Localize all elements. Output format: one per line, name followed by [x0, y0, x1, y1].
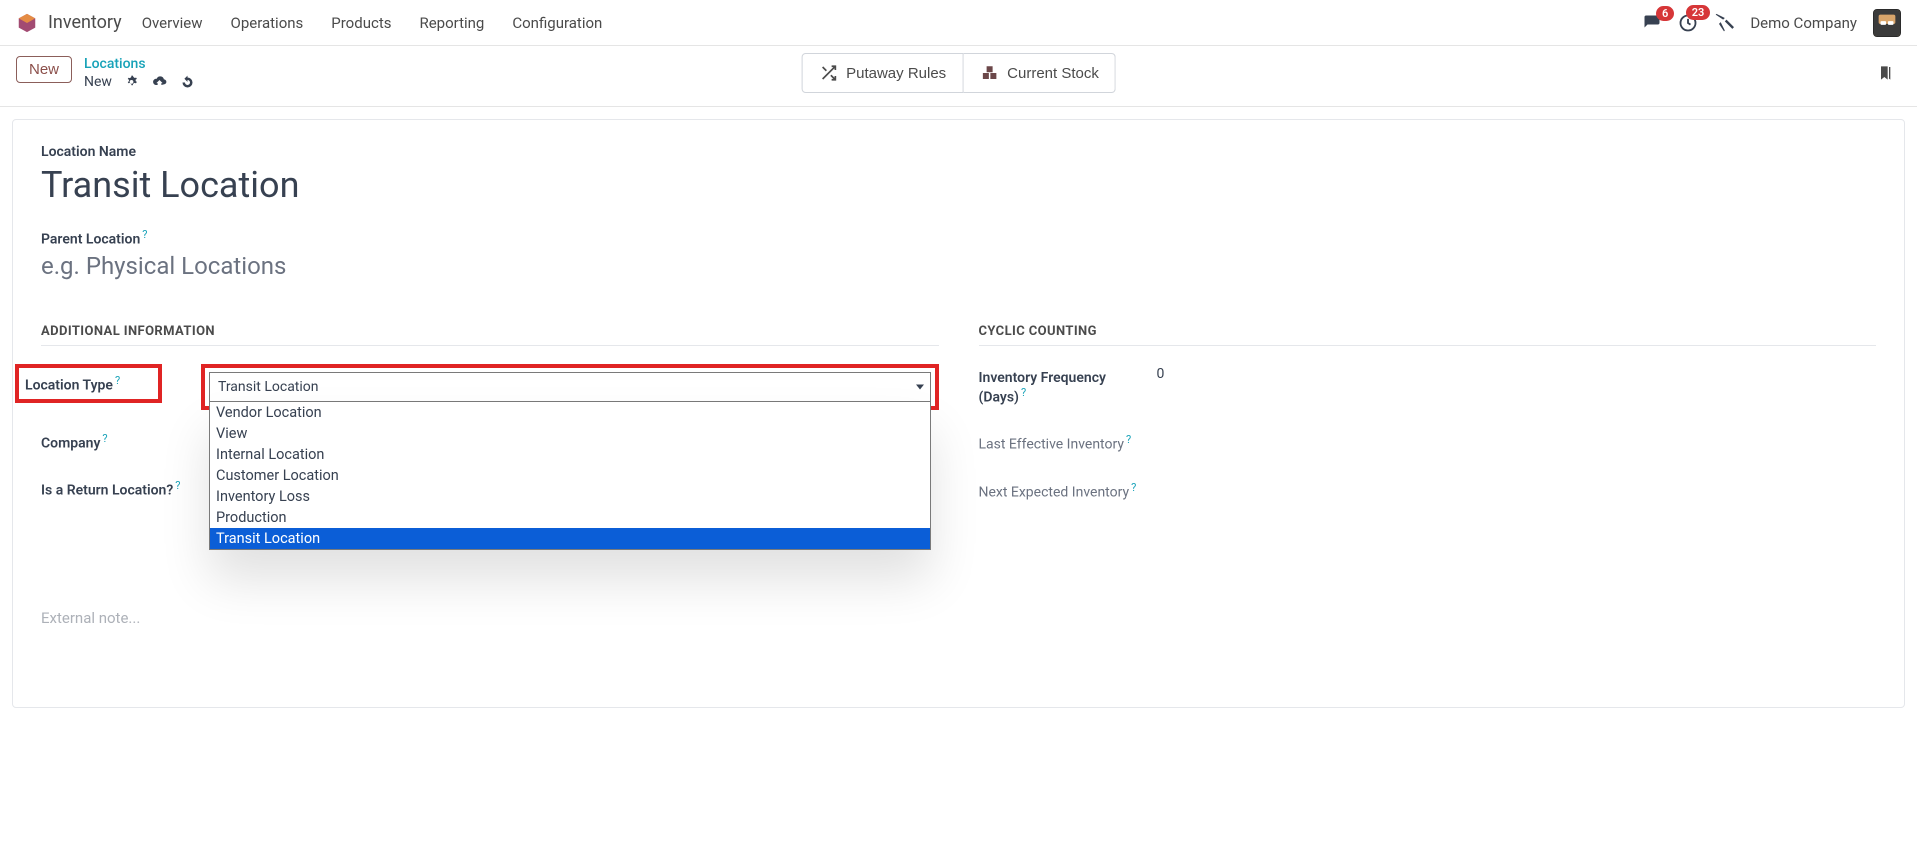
help-icon[interactable]: ? — [115, 374, 120, 387]
breadcrumb-link-locations[interactable]: Locations — [84, 56, 195, 72]
avatar[interactable] — [1873, 9, 1901, 37]
putaway-rules-button[interactable]: Putaway Rules — [801, 53, 963, 93]
cyclic-counting-section: CYCLIC COUNTING Inventory Frequency (Day… — [979, 324, 1877, 627]
location-type-dropdown: Vendor Location View Internal Location C… — [209, 402, 931, 550]
location-name-label: Location Name — [41, 144, 1876, 160]
help-icon[interactable]: ? — [142, 228, 147, 241]
location-type-row: Location Type? Transit Location Vendor L… — [23, 364, 939, 410]
nav-left: Inventory Overview Operations Products R… — [16, 12, 602, 34]
gear-icon[interactable] — [124, 75, 139, 90]
discuss-button[interactable]: 6 — [1642, 14, 1662, 32]
form-sheet: Location Name Transit Location Parent Lo… — [12, 119, 1905, 708]
nav-menu-configuration[interactable]: Configuration — [512, 14, 602, 32]
company-label: Company — [41, 435, 100, 451]
dropdown-option-view[interactable]: View — [210, 423, 930, 444]
parent-location-input[interactable]: e.g. Physical Locations — [41, 252, 1876, 280]
cloud-upload-icon[interactable] — [151, 75, 168, 90]
boxes-icon — [979, 64, 999, 82]
location-type-selected-value: Transit Location — [218, 379, 319, 395]
dropdown-option-customer[interactable]: Customer Location — [210, 465, 930, 486]
parent-location-label: Parent Location — [41, 232, 140, 248]
tools-icon[interactable] — [1714, 13, 1734, 33]
nav-menu-reporting[interactable]: Reporting — [419, 14, 484, 32]
breadcrumb-current: New — [84, 74, 112, 90]
help-icon[interactable]: ? — [102, 432, 107, 445]
help-icon[interactable]: ? — [1131, 481, 1136, 494]
discuss-badge: 6 — [1656, 6, 1674, 21]
dropdown-option-vendor[interactable]: Vendor Location — [210, 402, 930, 423]
inventory-frequency-input[interactable]: 0 — [1157, 364, 1877, 382]
next-expected-row: Next Expected Inventory? — [979, 475, 1877, 501]
nav-menu-products[interactable]: Products — [331, 14, 391, 32]
last-effective-label: Last Effective Inventory — [979, 437, 1124, 453]
nav-right: 6 23 Demo Company — [1642, 9, 1901, 37]
dropdown-option-internal[interactable]: Internal Location — [210, 444, 930, 465]
shuffle-icon — [818, 64, 838, 82]
next-expected-label: Next Expected Inventory — [979, 485, 1130, 501]
dropdown-option-production[interactable]: Production — [210, 507, 930, 528]
highlight-box-label: Location Type? — [15, 364, 162, 404]
stat-buttons: Putaway Rules Current Stock — [801, 53, 1116, 93]
control-panel-left: New Locations New — [16, 56, 195, 90]
discard-icon[interactable] — [180, 75, 195, 90]
navbar: Inventory Overview Operations Products R… — [0, 0, 1917, 46]
parent-location-block: Parent Location? e.g. Physical Locations — [41, 228, 1876, 280]
cyclic-counting-title: CYCLIC COUNTING — [979, 324, 1877, 346]
dropdown-option-transit[interactable]: Transit Location — [210, 528, 930, 549]
help-icon[interactable]: ? — [175, 479, 180, 492]
nav-menu: Overview Operations Products Reporting C… — [142, 14, 603, 32]
bookmark-icon[interactable] — [1877, 63, 1893, 83]
control-panel: New Locations New Putaway Rules Current … — [0, 46, 1917, 107]
location-type-select-wrap: Transit Location Vendor Location View In… — [209, 372, 931, 402]
external-note-input[interactable]: External note... — [41, 609, 939, 627]
additional-information-title: ADDITIONAL INFORMATION — [41, 324, 939, 346]
activity-badge: 23 — [1686, 5, 1711, 20]
company-name[interactable]: Demo Company — [1750, 14, 1857, 32]
app-title[interactable]: Inventory — [48, 12, 122, 33]
highlight-box-select: Transit Location Vendor Location View In… — [201, 364, 939, 410]
current-stock-button[interactable]: Current Stock — [963, 53, 1116, 93]
location-name-input[interactable]: Transit Location — [41, 164, 1876, 206]
help-icon[interactable]: ? — [1021, 386, 1026, 399]
dropdown-option-inventory-loss[interactable]: Inventory Loss — [210, 486, 930, 507]
nav-menu-overview[interactable]: Overview — [142, 14, 203, 32]
location-name-block: Location Name Transit Location — [41, 144, 1876, 206]
help-icon[interactable]: ? — [1126, 433, 1131, 446]
additional-information-section: ADDITIONAL INFORMATION Location Type? Tr… — [41, 324, 939, 627]
activity-button[interactable]: 23 — [1678, 13, 1698, 33]
location-type-select[interactable]: Transit Location — [209, 372, 931, 402]
is-return-label: Is a Return Location? — [41, 483, 173, 499]
last-effective-row: Last Effective Inventory? — [979, 427, 1877, 453]
caret-down-icon — [916, 384, 924, 389]
location-type-label: Location Type — [25, 377, 113, 393]
nav-menu-operations[interactable]: Operations — [231, 14, 304, 32]
current-stock-label: Current Stock — [1007, 65, 1099, 82]
putaway-rules-label: Putaway Rules — [846, 65, 946, 82]
brand-icon — [16, 12, 38, 34]
new-button[interactable]: New — [16, 56, 72, 83]
inventory-frequency-label: Inventory Frequency (Days) — [979, 370, 1106, 406]
inventory-frequency-row: Inventory Frequency (Days)? 0 — [979, 364, 1877, 406]
breadcrumb: Locations New — [84, 56, 195, 90]
